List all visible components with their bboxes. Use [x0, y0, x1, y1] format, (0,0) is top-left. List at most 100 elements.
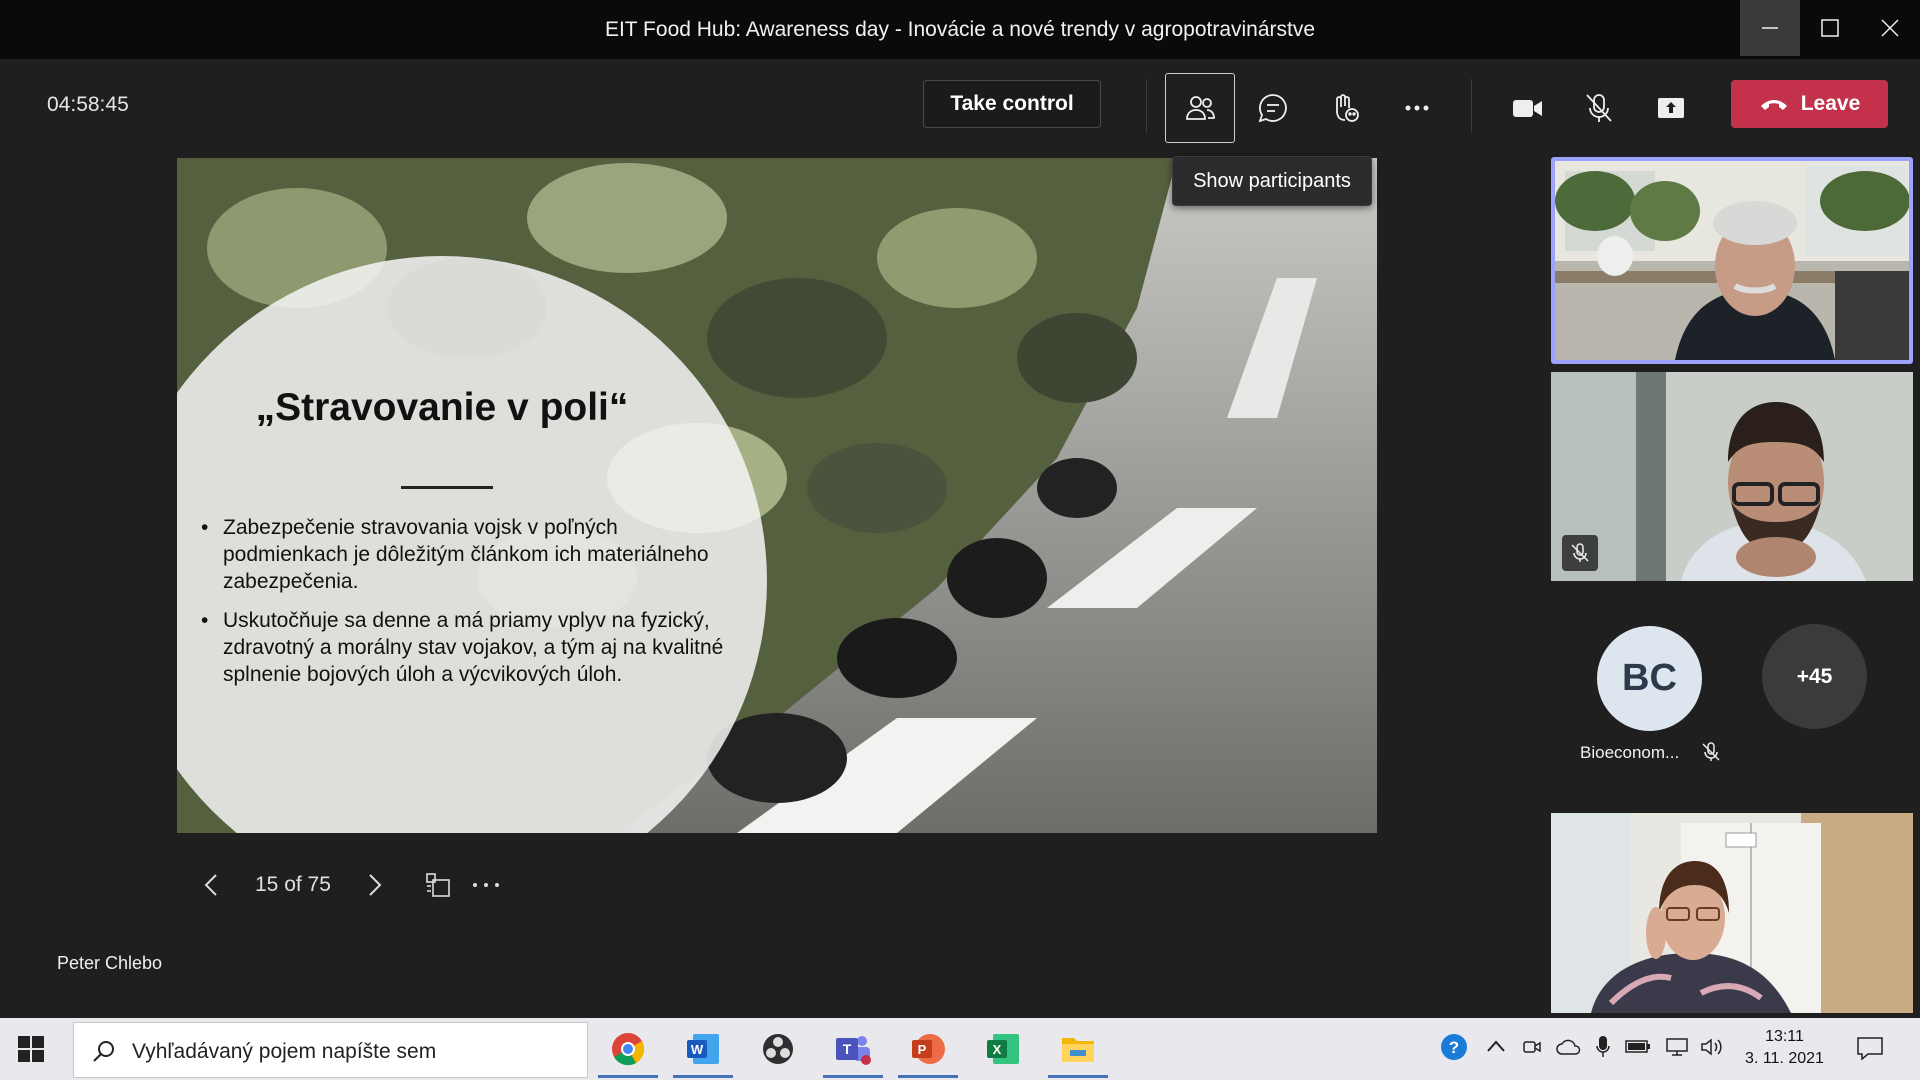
close-icon: [1881, 19, 1899, 37]
chevron-left-icon: [204, 874, 217, 896]
participant-avatar[interactable]: BC: [1597, 626, 1702, 731]
meeting-toolbar: 04:58:45 Take control Leave: [0, 59, 1920, 152]
running-indicator: [598, 1075, 658, 1078]
more-participants-button[interactable]: +45: [1762, 624, 1867, 729]
participant-video-tile[interactable]: [1551, 813, 1913, 1013]
windows-taskbar: Vyhľadávaný pojem napíšte sem W T P X ? …: [0, 1018, 1920, 1080]
participant-video-tile[interactable]: [1551, 157, 1913, 364]
more-icon: [1405, 105, 1429, 111]
phone-icon: [1760, 100, 1787, 110]
microphone-button[interactable]: [1564, 73, 1634, 143]
slide-page-counter: 15 of 75: [255, 873, 331, 896]
taskbar-app-obs[interactable]: [743, 1020, 813, 1078]
taskbar-app-chrome[interactable]: [593, 1020, 663, 1078]
show-participants-tooltip: Show participants: [1172, 156, 1372, 206]
chat-button[interactable]: [1238, 73, 1308, 143]
slide-bullet: Uskutočňuje sa denne a má priamy vplyv n…: [201, 607, 741, 688]
participant-name: Bioeconom...: [1580, 743, 1680, 762]
taskbar-search-box[interactable]: Vyhľadávaný pojem napíšte sem: [73, 1022, 588, 1078]
camera-button[interactable]: [1492, 73, 1562, 143]
taskbar-app-excel[interactable]: X: [968, 1020, 1038, 1078]
close-button[interactable]: [1860, 0, 1920, 56]
svg-text:T: T: [843, 1041, 852, 1057]
search-icon: [93, 1041, 114, 1062]
windows-start-icon: [18, 1036, 44, 1062]
participants-icon: [1186, 96, 1215, 120]
chat-icon: [1258, 94, 1287, 123]
onedrive-icon[interactable]: [1556, 1038, 1582, 1056]
svg-text:?: ?: [1449, 1038, 1459, 1057]
taskbar-app-word[interactable]: W: [668, 1020, 738, 1078]
slide-grid-button[interactable]: [421, 868, 455, 902]
start-button[interactable]: [18, 1036, 44, 1067]
meet-now-icon[interactable]: [1522, 1037, 1542, 1057]
previous-slide-button[interactable]: [195, 868, 229, 902]
more-icon: [472, 883, 499, 887]
mic-off-icon: [1586, 94, 1612, 122]
more-actions-button[interactable]: [1382, 73, 1452, 143]
file-explorer-icon: [1062, 1038, 1094, 1062]
chrome-icon: [612, 1033, 645, 1066]
meeting-timer: 04:58:45: [47, 93, 129, 116]
participant-video: [1551, 372, 1913, 581]
notifications-icon[interactable]: [1856, 1035, 1884, 1061]
taskbar-app-file-explorer[interactable]: [1043, 1020, 1113, 1078]
running-indicator: [1048, 1075, 1108, 1078]
chevron-right-icon: [369, 874, 382, 896]
share-icon: [1658, 98, 1684, 118]
running-indicator: [673, 1075, 733, 1078]
running-indicator: [898, 1075, 958, 1078]
participant-video: [1551, 813, 1913, 1013]
next-slide-button[interactable]: [357, 868, 391, 902]
slide-bullet-list: Zabezpečenie stravovania vojsk v poľných…: [201, 514, 741, 700]
window-title: EIT Food Hub: Awareness day - Inovácie a…: [604, 18, 1316, 41]
slide-navigation: 15 of 75: [195, 860, 503, 910]
toolbar-divider: [1471, 79, 1472, 133]
clock-time: 13:11: [1765, 1028, 1804, 1045]
mic-off-icon: [1571, 543, 1589, 562]
svg-text:W: W: [691, 1042, 704, 1057]
volume-icon[interactable]: [1700, 1037, 1724, 1057]
taskbar-clock[interactable]: 13:11 3. 11. 2021: [1727, 1026, 1842, 1070]
network-icon[interactable]: [1665, 1037, 1689, 1057]
powerpoint-icon: P: [912, 1034, 945, 1064]
battery-icon[interactable]: [1625, 1037, 1651, 1055]
leave-label: Leave: [1800, 92, 1861, 115]
taskbar-app-teams[interactable]: T: [818, 1020, 888, 1078]
svg-text:P: P: [918, 1042, 927, 1057]
slide-bullet: Zabezpečenie stravovania vojsk v poľných…: [201, 514, 741, 595]
maximize-icon: [1821, 19, 1839, 37]
taskbar-app-powerpoint[interactable]: P: [893, 1020, 963, 1078]
minimize-button[interactable]: [1740, 0, 1800, 56]
shared-slide: „Stravovanie v poli“ Zabezpečenie stravo…: [177, 158, 1377, 833]
slide-heading: „Stravovanie v poli“: [255, 386, 629, 429]
help-icon[interactable]: ?: [1440, 1033, 1468, 1061]
svg-text:X: X: [993, 1042, 1002, 1057]
word-icon: W: [687, 1034, 719, 1064]
microphone-tray-icon[interactable]: [1596, 1035, 1610, 1059]
chevron-up-icon[interactable]: [1486, 1038, 1506, 1054]
camera-icon: [1513, 100, 1542, 117]
reactions-icon: [1336, 94, 1359, 122]
take-control-button[interactable]: Take control: [923, 80, 1101, 128]
reactions-button[interactable]: [1310, 73, 1380, 143]
maximize-button[interactable]: [1800, 0, 1860, 56]
clock-date: 3. 11. 2021: [1745, 1050, 1824, 1067]
presenter-name: Peter Chlebo: [57, 953, 163, 973]
participant-mic-off-badge: [1562, 535, 1598, 571]
slide-divider: [401, 486, 493, 489]
participant-video-tile[interactable]: [1551, 372, 1913, 581]
leave-button[interactable]: Leave: [1731, 80, 1888, 128]
title-bar: EIT Food Hub: Awareness day - Inovácie a…: [0, 0, 1920, 59]
teams-icon: T: [836, 1036, 871, 1065]
obs-icon: [763, 1034, 793, 1064]
search-placeholder: Vyhľadávaný pojem napíšte sem: [132, 1040, 437, 1063]
participant-video: [1555, 161, 1909, 360]
show-participants-button[interactable]: [1165, 73, 1235, 143]
minimize-icon: [1762, 27, 1778, 29]
slides-grid-icon: [426, 873, 450, 897]
excel-icon: X: [987, 1034, 1019, 1064]
slide-more-button[interactable]: [469, 868, 503, 902]
share-screen-button[interactable]: [1636, 73, 1706, 143]
mic-off-icon: [1702, 742, 1720, 761]
